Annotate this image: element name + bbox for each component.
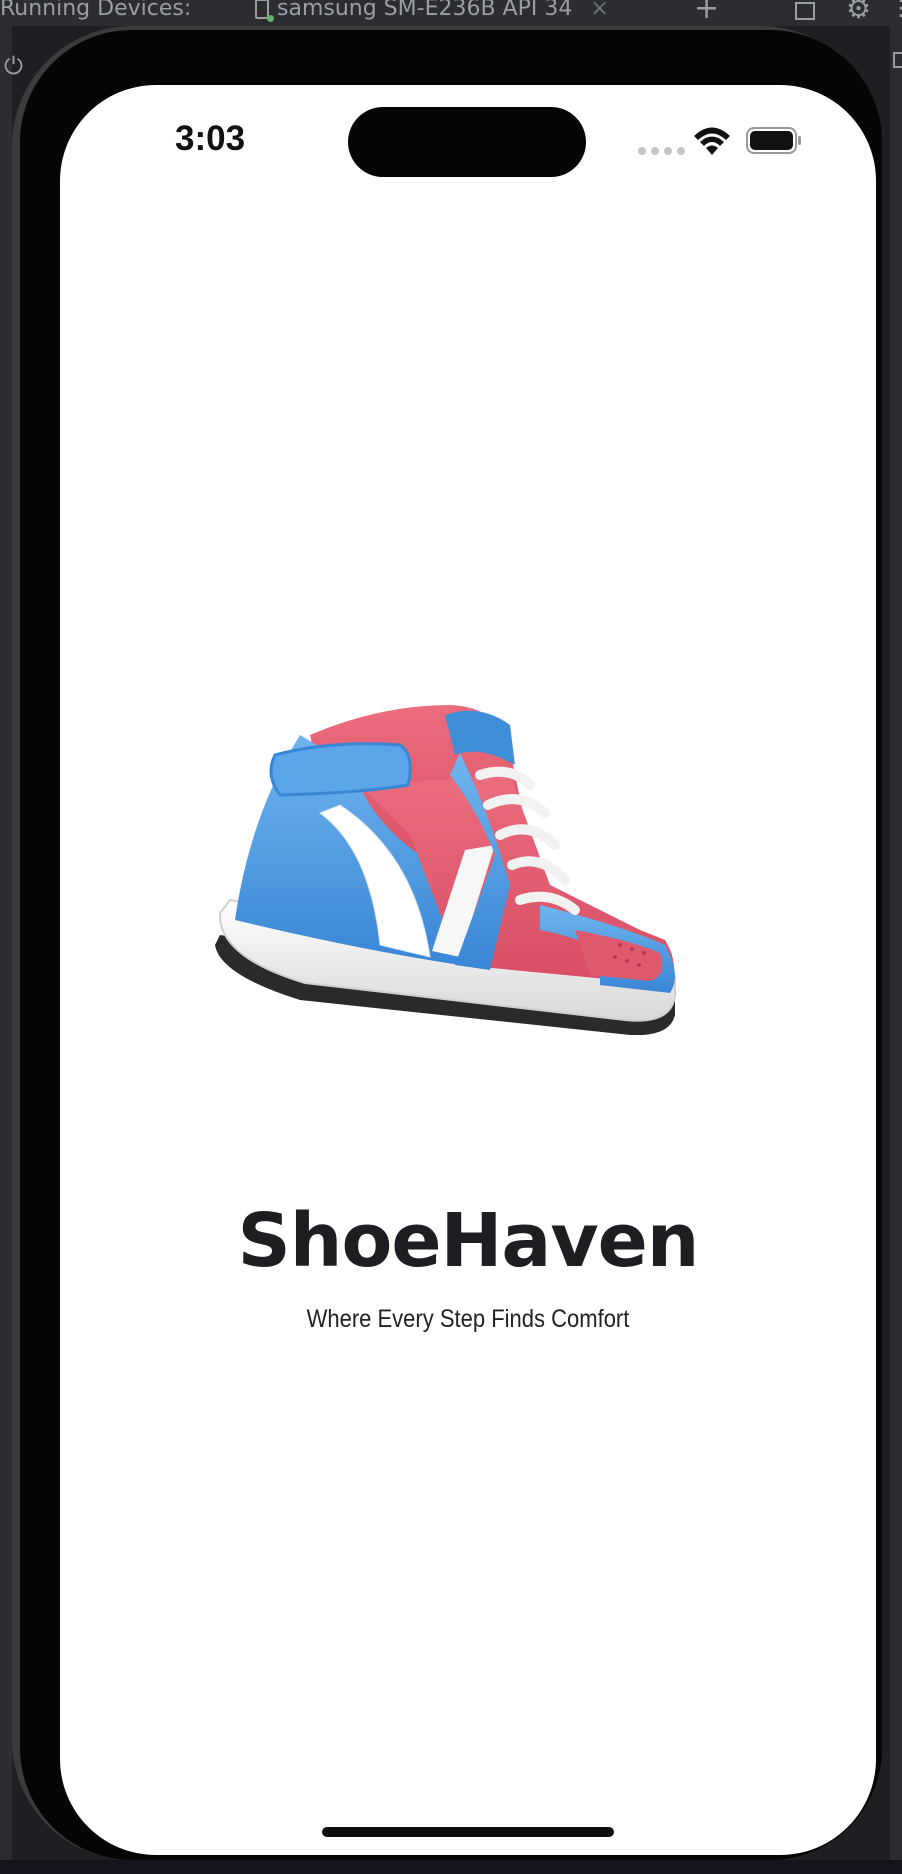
ide-bottom-strip xyxy=(0,1860,902,1874)
tagline: Where Every Step Finds Comfort xyxy=(306,1305,630,1333)
home-indicator[interactable] xyxy=(322,1827,614,1837)
close-icon[interactable]: × xyxy=(590,0,608,22)
ide-left-gutter xyxy=(0,26,12,1874)
phone-bezel: 3:03 ShoeHaven Where Every Step Finds Co… xyxy=(20,30,882,1860)
running-devices-label: Running Devices: xyxy=(0,0,192,21)
battery-icon xyxy=(746,127,801,154)
window-icon[interactable] xyxy=(795,2,815,20)
power-icon[interactable]: ⏻ xyxy=(4,52,23,80)
plus-icon[interactable]: + xyxy=(694,0,719,24)
brand-name: ShoeHaven xyxy=(237,1198,700,1284)
device-tab[interactable]: samsung SM-E236B API 34 × xyxy=(255,0,609,22)
status-time: 3:03 xyxy=(175,119,246,158)
dynamic-island xyxy=(348,107,586,177)
phone-screen: 3:03 ShoeHaven Where Every Step Finds Co… xyxy=(60,85,876,1855)
device-icon xyxy=(255,0,274,22)
ide-toolbar: Running Devices: samsung SM-E236B API 34… xyxy=(0,0,902,26)
more-icon[interactable]: ⋮ xyxy=(890,0,902,22)
device-tab-label: samsung SM-E236B API 34 xyxy=(277,0,573,21)
copy-icon[interactable] xyxy=(893,52,902,68)
gear-icon[interactable]: ⚙ xyxy=(846,0,871,23)
ide-right-gutter xyxy=(890,26,902,1874)
signal-dots-icon xyxy=(638,147,685,155)
wifi-icon xyxy=(694,127,730,155)
sneaker-image xyxy=(215,705,676,1035)
